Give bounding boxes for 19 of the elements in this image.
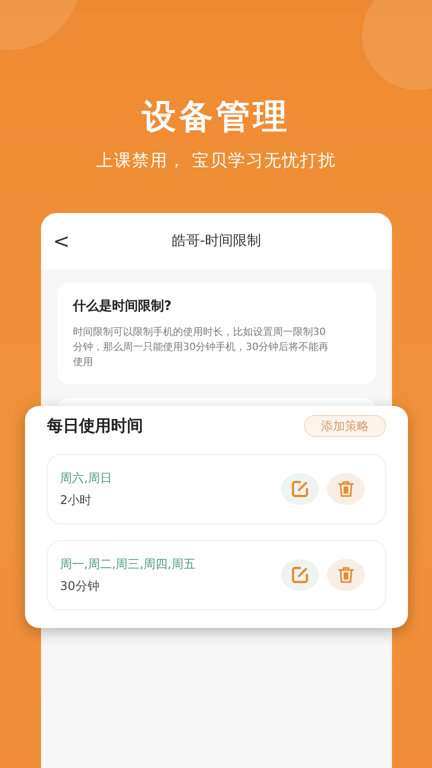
trash-icon bbox=[337, 480, 355, 498]
trash-icon bbox=[337, 566, 355, 584]
info-text: 时间限制可以限制手机的使用时长，比如设置周一限制30分钟，那么周一只能使用30分钟手机，30分钟后将不能再使用 bbox=[73, 326, 330, 370]
rule-duration: 30分钟 bbox=[60, 578, 100, 595]
hero-subtitle: 上课禁用， 宝贝学习无忧打扰 bbox=[96, 150, 336, 173]
rule-days: 周六,周日 bbox=[60, 469, 281, 487]
edit-button[interactable] bbox=[281, 559, 319, 591]
delete-button[interactable] bbox=[327, 473, 365, 505]
popup-title: 每日使用时间 bbox=[47, 415, 143, 437]
edit-button[interactable] bbox=[281, 473, 319, 505]
rule-days: 周一,周二,周三,周四,周五 bbox=[60, 555, 281, 573]
edit-icon bbox=[291, 480, 309, 498]
delete-button[interactable] bbox=[327, 559, 365, 591]
rule-duration: 2小时 bbox=[60, 492, 93, 509]
screen-title: 皓哥-时间限制 bbox=[172, 232, 262, 250]
edit-icon bbox=[291, 566, 309, 584]
hero-title: 设备管理 bbox=[142, 96, 290, 139]
info-title: 什么是时间限制? bbox=[73, 298, 173, 316]
back-button[interactable]: < bbox=[53, 226, 70, 256]
